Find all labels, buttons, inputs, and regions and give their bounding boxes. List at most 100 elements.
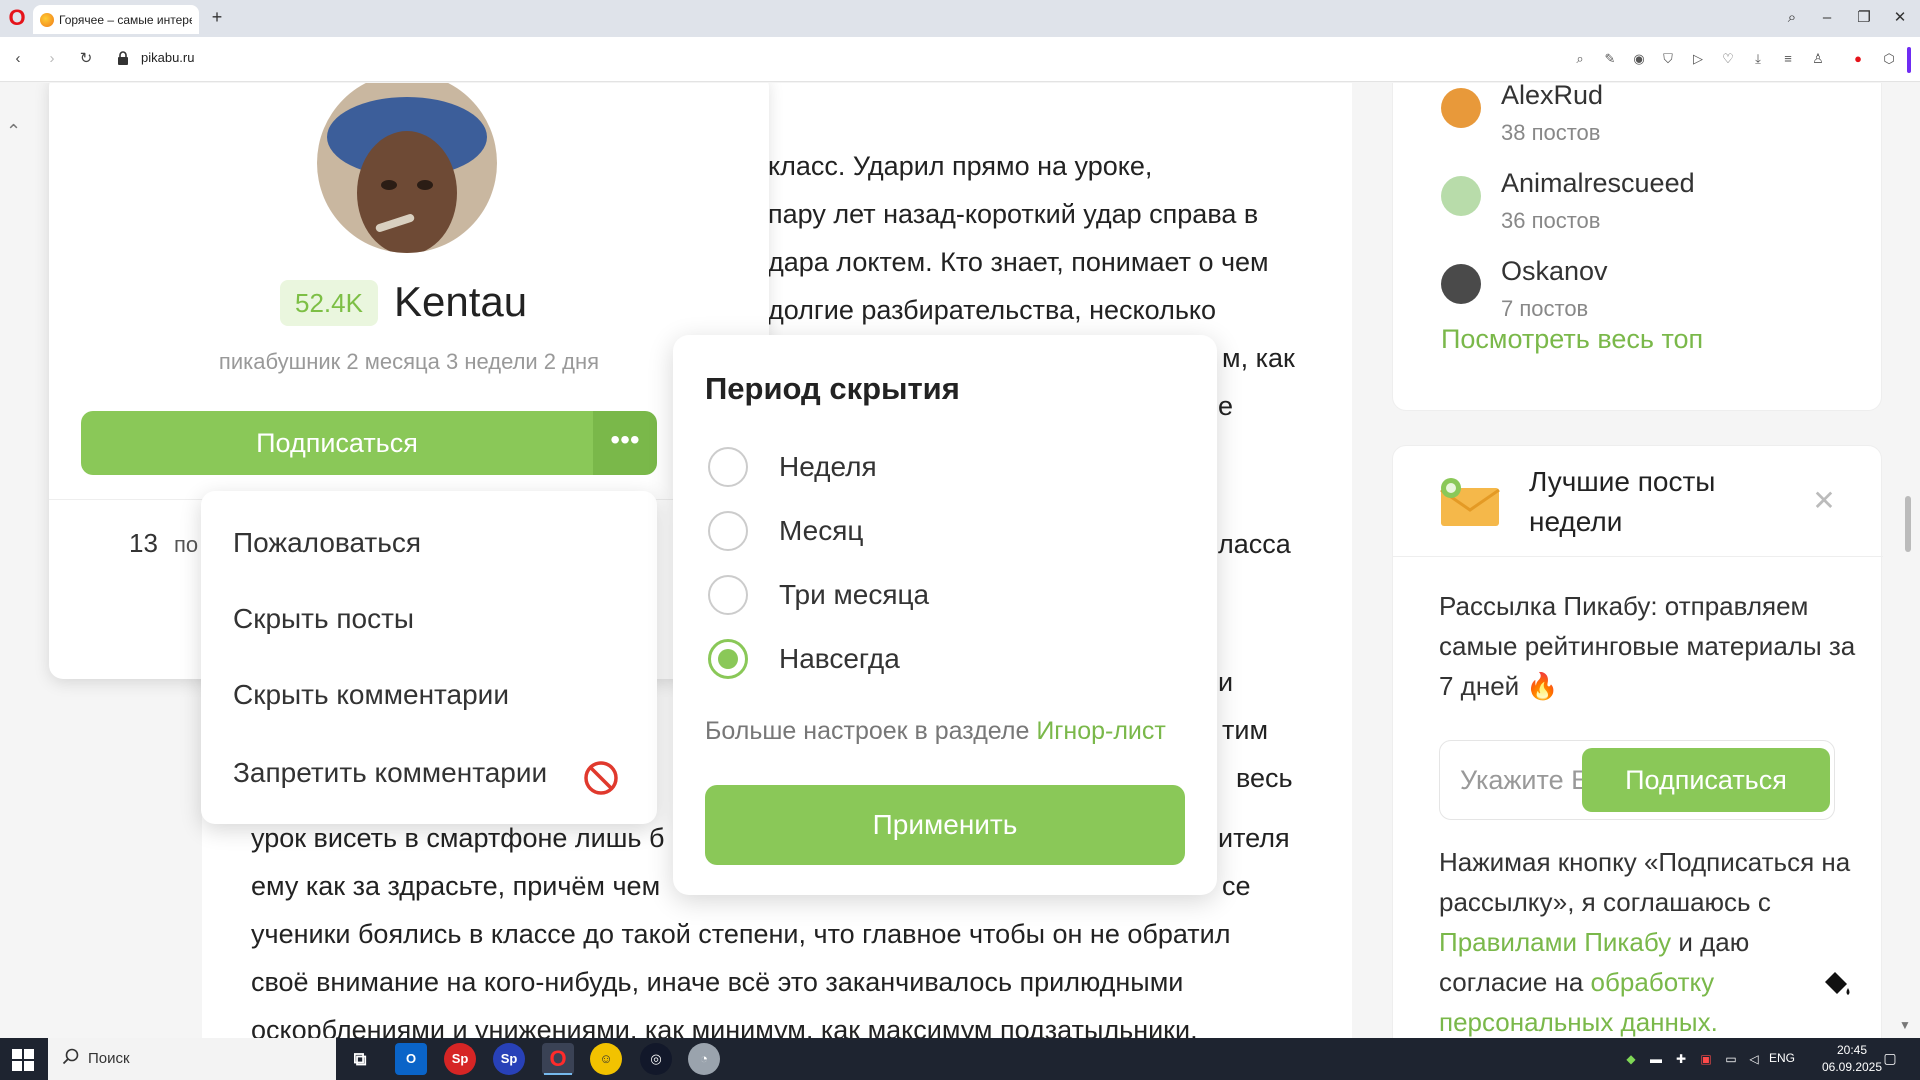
avatar[interactable] <box>317 83 497 253</box>
period-option-three-months[interactable]: Три месяца <box>708 575 1168 617</box>
rating-badge: 52.4K <box>280 280 378 326</box>
rules-link[interactable]: Правилами Пикабу <box>1439 927 1671 957</box>
browser-tab-active[interactable]: Горячее – самые интерес <box>33 5 199 34</box>
send-icon[interactable]: ▷ <box>1689 50 1707 68</box>
camera-icon[interactable]: ◉ <box>1630 50 1648 68</box>
article-line: ученики боялись в классе до такой степен… <box>251 919 1231 949</box>
clock-time[interactable]: 20:45 <box>1820 1043 1884 1057</box>
top-user-name[interactable]: Animalrescueed <box>1501 168 1695 199</box>
edit-icon[interactable]: ✎ <box>1601 50 1619 68</box>
period-option-week[interactable]: Неделя <box>708 447 1168 489</box>
outlook-icon[interactable]: O <box>395 1043 427 1075</box>
windows-start-icon[interactable] <box>12 1049 34 1071</box>
article-line: тим <box>1222 715 1269 745</box>
dialog-title: Период скрытия <box>705 371 960 406</box>
sidebar-accent <box>1907 47 1911 73</box>
more-settings-prefix: Больше настроек в разделе <box>705 717 1037 745</box>
tray-app-icon[interactable]: ▣ <box>1697 1050 1715 1068</box>
volume-icon[interactable]: ◁ <box>1745 1050 1763 1068</box>
search-icon <box>62 1048 79 1065</box>
menu-item-ban-comments[interactable]: Запретить комментарии <box>233 753 547 793</box>
network-icon[interactable]: ▭ <box>1722 1050 1740 1068</box>
article-line: долгие разбирательства, несколько <box>768 295 1217 325</box>
menu-item-hide-comments[interactable]: Скрыть комментарии <box>233 675 509 715</box>
consent-text: Нажимая кнопку «Подписаться на рассылку»… <box>1439 842 1859 1038</box>
disk-app-icon[interactable]: ◔ <box>688 1043 720 1075</box>
opera-logo-icon[interactable]: O <box>6 6 28 30</box>
close-icon[interactable]: ✕ <box>1811 487 1837 515</box>
windows-taskbar: Поиск ⧉ O Sp Sp O ☺ ◎ ◔ ◆ ▬ ✚ ▣ ▭ ◁ ENG … <box>0 1038 1920 1080</box>
shield-icon[interactable]: ⛉ <box>1659 50 1677 68</box>
opera-taskbar-icon[interactable]: O <box>542 1043 574 1075</box>
article-line: пару лет назад-короткий удар справа в <box>768 199 1259 229</box>
search-page-icon[interactable]: ⌕ <box>1571 50 1589 68</box>
url-text[interactable]: pikabu.ru <box>141 50 194 65</box>
task-view-icon[interactable]: ⧉ <box>344 1043 376 1075</box>
nvidia-tray-icon[interactable]: ◆ <box>1622 1050 1640 1068</box>
radio-unchecked-icon[interactable] <box>708 511 748 551</box>
best-posts-title: Лучшие посты недели <box>1529 466 1716 537</box>
radio-checked-icon[interactable] <box>708 639 748 679</box>
scroll-down-icon[interactable]: ▼ <box>1899 1018 1911 1032</box>
see-all-top-link[interactable]: Посмотреть весь топ <box>1441 324 1703 355</box>
address-bar: ‹ › ↻ pikabu.ru ⌕ ✎ ◉ ⛉ ▷ ♡ ⤓ ≡ ♙ ● ⬡ <box>0 37 1920 82</box>
menu-item-report[interactable]: Пожаловаться <box>233 523 421 563</box>
scrollbar-thumb[interactable] <box>1905 496 1911 552</box>
minimize-button[interactable]: – <box>1815 7 1839 29</box>
hide-period-dialog: Период скрытия Неделя Месяц Три месяца Н… <box>673 335 1217 895</box>
menu-icon[interactable]: ≡ <box>1779 50 1797 68</box>
forward-button[interactable]: › <box>42 49 62 69</box>
article-line: класс. Ударил прямо на уроке, <box>768 151 1153 181</box>
top-user-item[interactable]: AlexRud 38 постов <box>1441 83 1861 156</box>
heart-icon[interactable]: ♡ <box>1719 50 1737 68</box>
newsletter-subscribe-button[interactable]: Подписаться <box>1582 748 1830 812</box>
top-user-posts: 7 постов <box>1501 296 1589 321</box>
download-icon[interactable]: ⤓ <box>1749 50 1767 68</box>
tab-search-icon[interactable]: ⌕ <box>1780 7 1804 29</box>
menu-item-hide-posts[interactable]: Скрыть посты <box>233 599 414 639</box>
subscribers-count: 13 <box>129 528 158 558</box>
language-indicator[interactable]: ENG <box>1769 1051 1795 1065</box>
article-line: се <box>1222 871 1251 901</box>
subscribe-button[interactable]: Подписаться <box>81 411 593 475</box>
article-line: м, как <box>1222 343 1295 373</box>
taskbar-search[interactable]: Поиск <box>48 1038 336 1080</box>
tray-app-icon[interactable]: ✚ <box>1672 1050 1690 1068</box>
radio-unchecked-icon[interactable] <box>708 447 748 487</box>
camera-app-icon[interactable]: ◎ <box>640 1043 672 1075</box>
period-option-month[interactable]: Месяц <box>708 511 1168 553</box>
ignore-list-link[interactable]: Игнор-лист <box>1036 717 1166 745</box>
article-line: оскорблениями и унижениями, как минимум,… <box>251 1015 1198 1038</box>
scroll-up-icon[interactable]: ⌃ <box>6 121 21 142</box>
account-icon[interactable]: ♙ <box>1809 50 1827 68</box>
apply-button[interactable]: Применить <box>705 785 1185 865</box>
period-option-forever[interactable]: Навсегда <box>708 639 1168 681</box>
divider <box>1393 556 1883 557</box>
restore-button[interactable]: ❐ <box>1852 7 1876 29</box>
top-user-item[interactable]: Animalrescueed 36 постов <box>1441 168 1861 244</box>
back-button[interactable]: ‹ <box>8 49 28 69</box>
cube-icon[interactable]: ⬡ <box>1880 50 1898 68</box>
more-settings-text: Больше настроек в разделе Игнор-лист <box>705 717 1166 746</box>
article-line: ласса <box>1218 529 1291 559</box>
tray-app-icon[interactable]: ▬ <box>1647 1050 1665 1068</box>
app-yellow-icon[interactable]: ☺ <box>590 1043 622 1075</box>
top-user-item[interactable]: Oskanov 7 постов <box>1441 256 1861 332</box>
top-user-name[interactable]: AlexRud <box>1501 83 1603 111</box>
top-user-name[interactable]: Oskanov <box>1501 256 1608 287</box>
new-tab-button[interactable]: + <box>207 8 227 28</box>
article-line: е <box>1218 391 1234 421</box>
tab-title: Горячее – самые интерес <box>59 12 192 27</box>
more-options-button[interactable]: ••• <box>593 411 657 475</box>
top-user-posts: 36 постов <box>1501 208 1601 233</box>
radio-unchecked-icon[interactable] <box>708 575 748 615</box>
extension-icon[interactable]: ● <box>1849 50 1867 68</box>
username: Kentau <box>394 278 528 325</box>
sp-app-icon[interactable]: Sp <box>493 1043 525 1075</box>
reload-button[interactable]: ↻ <box>76 49 96 69</box>
close-window-button[interactable]: ✕ <box>1888 7 1912 29</box>
subscribers-label: по <box>174 532 199 557</box>
notification-icon[interactable]: ▢ <box>1880 1048 1900 1068</box>
sp-app-icon[interactable]: Sp <box>444 1043 476 1075</box>
paint-bucket-icon[interactable] <box>1819 966 1853 1000</box>
